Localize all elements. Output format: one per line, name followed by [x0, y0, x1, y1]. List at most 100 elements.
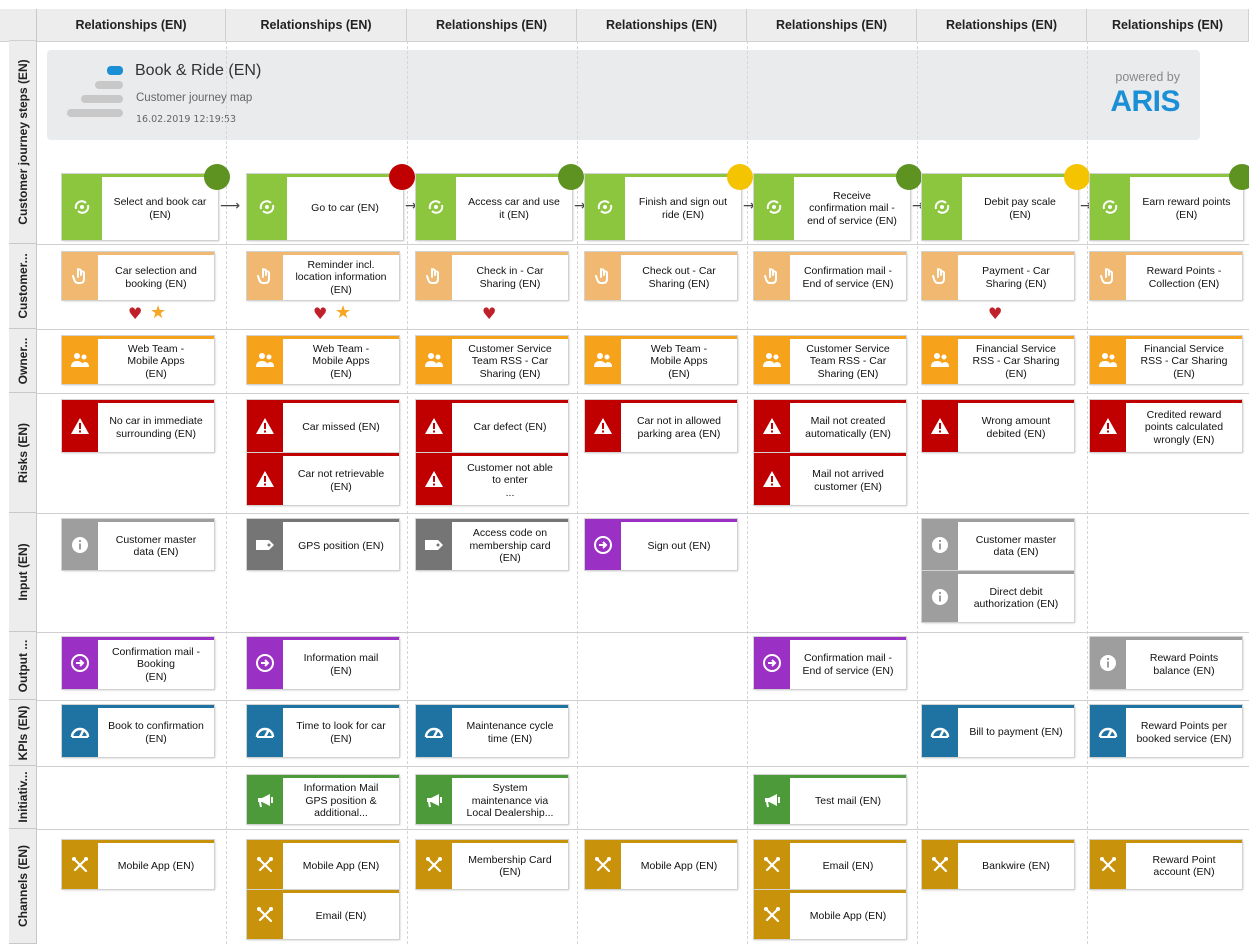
output-card[interactable]: Confirmation mail - Booking (EN) [62, 637, 214, 689]
row-header-label: KPIs (EN) [15, 705, 30, 760]
initiative-card-label: System maintenance via Local Dealership.… [452, 775, 568, 824]
status-indicator-green [204, 164, 230, 190]
channel-card[interactable]: Mobile App (EN) [247, 840, 399, 889]
channel-card[interactable]: Email (EN) [247, 890, 399, 939]
row-header[interactable]: Input (EN) [9, 513, 37, 632]
column-header[interactable]: Relationships (EN) [407, 9, 577, 41]
risk-card[interactable]: Mail not created automatically (EN) [754, 400, 906, 452]
column-header[interactable]: Relationships (EN) [37, 9, 226, 41]
column-header[interactable]: Relationships (EN) [1087, 9, 1249, 41]
input-card[interactable]: Direct debit authorization (EN) [922, 571, 1074, 622]
journey-step-card[interactable]: Select and book car (EN) [62, 174, 218, 240]
initiative-card[interactable]: Information Mail GPS position & addition… [247, 775, 399, 824]
owner-card[interactable]: Customer Service Team RSS - Car Sharing … [416, 336, 568, 384]
journey-step-card[interactable]: Finish and sign out ride (EN) [585, 174, 741, 240]
row-header[interactable]: Customer... [9, 244, 37, 329]
output-card[interactable]: Confirmation mail - End of service (EN) [754, 637, 906, 689]
owner-card[interactable]: Financial Service RSS - Car Sharing (EN) [1090, 336, 1242, 384]
row-header[interactable]: Risks (EN) [9, 393, 37, 513]
row-header[interactable]: Channels (EN) [9, 829, 37, 944]
megaphone-icon [416, 775, 452, 824]
column-header[interactable]: Relationships (EN) [917, 9, 1087, 41]
input-card-label: Sign out (EN) [621, 519, 737, 570]
flow-arrow-icon: → [574, 198, 586, 214]
column-header[interactable]: Relationships (EN) [747, 9, 917, 41]
journey-step-card[interactable]: Receive confirmation mail - end of servi… [754, 174, 910, 240]
kpi-card[interactable]: Maintenance cycle time (EN) [416, 705, 568, 757]
star-icon: ★ [150, 302, 167, 323]
input-card[interactable]: GPS position (EN) [247, 519, 399, 570]
owner-card[interactable]: Financial Service RSS - Car Sharing (EN) [922, 336, 1074, 384]
gauge-icon [62, 705, 98, 757]
channel-card[interactable]: Membership Card (EN) [416, 840, 568, 889]
journey-step-icon [754, 174, 794, 240]
row-header[interactable]: Customer journey steps (EN) [9, 41, 37, 244]
gauge-icon [416, 705, 452, 757]
input-card[interactable]: Customer master data (EN) [62, 519, 214, 570]
risk-card[interactable]: Customer not able to enter ... [416, 453, 568, 505]
risk-card[interactable]: Credited reward points calculated wrongl… [1090, 400, 1242, 452]
row-header[interactable]: Owner... [9, 329, 37, 393]
risk-card[interactable]: No car in immediate surrounding (EN) [62, 400, 214, 452]
info-icon [922, 519, 958, 570]
row-header[interactable]: KPIs (EN) [9, 700, 37, 766]
input-card[interactable]: Access code on membership card (EN) [416, 519, 568, 570]
hand-icon [754, 252, 790, 300]
heart-icon: ♥ [988, 304, 1003, 323]
risk-card[interactable]: Mail not arrived customer (EN) [754, 453, 906, 505]
initiative-card[interactable]: System maintenance via Local Dealership.… [416, 775, 568, 824]
column-header[interactable]: Relationships (EN) [577, 9, 747, 41]
banner-timestamp: 16.02.2019 12:19:53 [136, 114, 237, 125]
risk-card[interactable]: Car missed (EN) [247, 400, 399, 452]
output-card-label: Confirmation mail - End of service (EN) [790, 637, 906, 689]
touchpoint-card[interactable]: Reminder incl. location information (EN) [247, 252, 399, 300]
kpi-card[interactable]: Book to confirmation (EN) [62, 705, 214, 757]
owner-card[interactable]: Web Team - Mobile Apps (EN) [247, 336, 399, 384]
risk-card-label: Car missed (EN) [283, 400, 399, 452]
risk-card[interactable]: Car not in allowed parking area (EN) [585, 400, 737, 452]
channel-card[interactable]: Bankwire (EN) [922, 840, 1074, 889]
channel-card[interactable]: Mobile App (EN) [62, 840, 214, 889]
risk-card[interactable]: Car not retrievable (EN) [247, 453, 399, 505]
owner-card[interactable]: Web Team - Mobile Apps (EN) [585, 336, 737, 384]
channel-card[interactable]: Email (EN) [754, 840, 906, 889]
hand-icon [1090, 252, 1126, 300]
channel-card-label: Mobile App (EN) [790, 890, 906, 939]
risk-card[interactable]: Car defect (EN) [416, 400, 568, 452]
kpi-card[interactable]: Bill to payment (EN) [922, 705, 1074, 757]
input-card[interactable]: Sign out (EN) [585, 519, 737, 570]
owner-card[interactable]: Customer Service Team RSS - Car Sharing … [754, 336, 906, 384]
owner-card-label: Financial Service RSS - Car Sharing (EN) [1126, 336, 1242, 384]
channel-card[interactable]: Reward Point account (EN) [1090, 840, 1242, 889]
gauge-icon [1090, 705, 1126, 757]
owner-card-label: Financial Service RSS - Car Sharing (EN) [958, 336, 1074, 384]
warning-icon [585, 400, 621, 452]
kpi-card[interactable]: Time to look for car (EN) [247, 705, 399, 757]
touchpoint-card[interactable]: Car selection and booking (EN) [62, 252, 214, 300]
touchpoint-card[interactable]: Check out - Car Sharing (EN) [585, 252, 737, 300]
channel-card[interactable]: Mobile App (EN) [585, 840, 737, 889]
input-card[interactable]: Customer master data (EN) [922, 519, 1074, 570]
journey-step-card[interactable]: Access car and use it (EN) [416, 174, 572, 240]
column-header[interactable]: Relationships (EN) [226, 9, 407, 41]
touchpoint-card[interactable]: Confirmation mail - End of service (EN) [754, 252, 906, 300]
touchpoint-card[interactable]: Payment - Car Sharing (EN) [922, 252, 1074, 300]
warning-icon [62, 400, 98, 452]
journey-step-card[interactable]: Go to car (EN) [247, 174, 403, 240]
output-card[interactable]: Reward Points balance (EN) [1090, 637, 1242, 689]
journey-step-card[interactable]: Debit pay scale (EN) [922, 174, 1078, 240]
row-header-label: Customer journey steps (EN) [15, 59, 30, 225]
row-header[interactable]: Output ... [9, 632, 37, 700]
row-header[interactable]: Initiativ... [9, 766, 37, 829]
channel-card[interactable]: Mobile App (EN) [754, 890, 906, 939]
journey-step-card[interactable]: Earn reward points (EN) [1090, 174, 1243, 240]
channel-icon [754, 840, 790, 889]
risk-card[interactable]: Wrong amount debited (EN) [922, 400, 1074, 452]
touchpoint-card[interactable]: Reward Points - Collection (EN) [1090, 252, 1242, 300]
owner-card[interactable]: Web Team - Mobile Apps (EN) [62, 336, 214, 384]
touchpoint-card[interactable]: Check in - Car Sharing (EN) [416, 252, 568, 300]
channel-card-label: Mobile App (EN) [621, 840, 737, 889]
output-card[interactable]: Information mail (EN) [247, 637, 399, 689]
kpi-card[interactable]: Reward Points per booked service (EN) [1090, 705, 1242, 757]
initiative-card[interactable]: Test mail (EN) [754, 775, 906, 824]
